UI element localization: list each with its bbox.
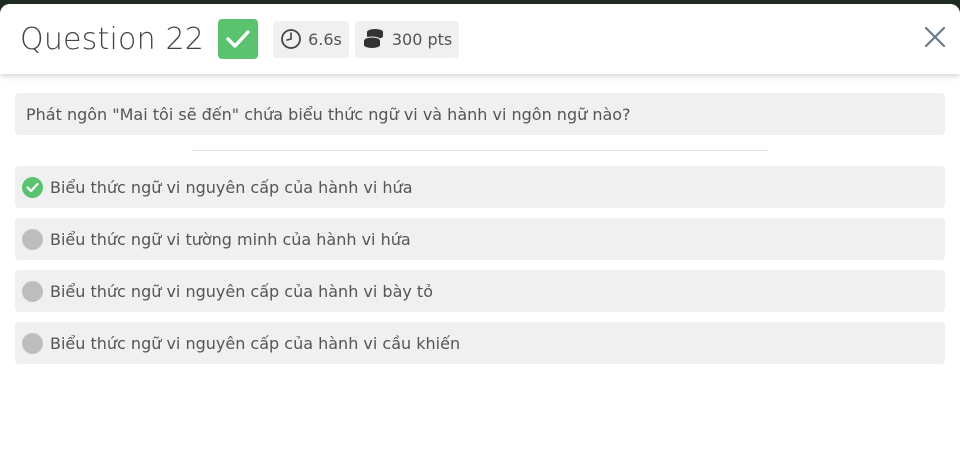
question-title: Question 22 [20,21,205,57]
time-chip: 6.6s [273,20,349,58]
option-label: Biểu thức ngữ vi tường minh của hành vi … [50,229,411,249]
check-icon [226,30,250,48]
option-item[interactable]: Biểu thức ngữ vi nguyên cấp của hành vi … [15,322,945,364]
clock-icon [280,28,302,50]
option-item[interactable]: Biểu thức ngữ vi nguyên cấp của hành vi … [15,166,945,208]
question-modal: Question 22 6.6s 300 pts Phát ngôn "Mai … [0,4,960,466]
circle-icon [22,228,43,250]
modal-content: Phát ngôn "Mai tôi sẽ đến" chứa biểu thứ… [0,74,960,364]
option-label: Biểu thức ngữ vi nguyên cấp của hành vi … [50,281,433,301]
check-circle-icon [22,176,43,198]
question-text: Phát ngôn "Mai tôi sẽ đến" chứa biểu thứ… [26,104,631,124]
option-item[interactable]: Biểu thức ngữ vi tường minh của hành vi … [15,218,945,260]
close-icon[interactable] [924,26,946,48]
points-value: 300 pts [391,29,453,49]
modal-header: Question 22 6.6s 300 pts [0,4,960,74]
option-item[interactable]: Biểu thức ngữ vi nguyên cấp của hành vi … [15,270,945,312]
points-chip: 300 pts [354,20,460,58]
correct-badge [218,19,259,59]
option-label: Biểu thức ngữ vi nguyên cấp của hành vi … [50,177,413,197]
time-value: 6.6s [308,29,342,49]
divider [192,150,768,151]
options-list: Biểu thức ngữ vi nguyên cấp của hành vi … [15,166,945,364]
option-label: Biểu thức ngữ vi nguyên cấp của hành vi … [50,333,461,353]
circle-icon [22,332,43,354]
coins-icon [362,28,386,50]
circle-icon [22,280,43,302]
question-box: Phát ngôn "Mai tôi sẽ đến" chứa biểu thứ… [15,93,945,135]
